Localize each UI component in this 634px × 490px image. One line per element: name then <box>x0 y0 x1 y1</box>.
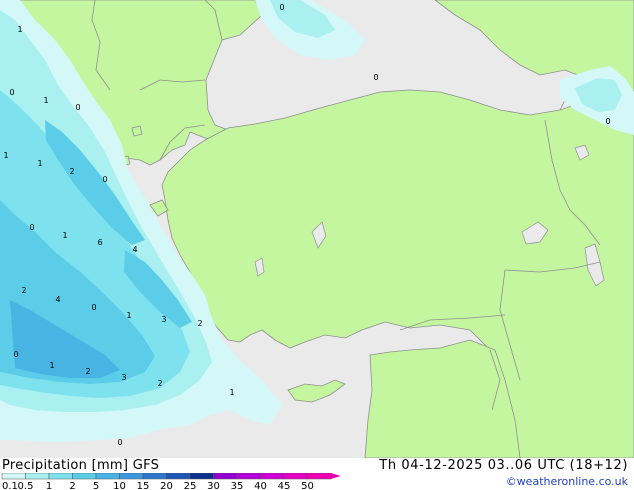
legend-level-label: 5 <box>93 481 99 490</box>
contour-label: 2 <box>85 367 90 376</box>
legend-swatch <box>283 473 308 480</box>
contour-label: 1 <box>43 96 48 105</box>
color-legend: 0.1 0.5 1 2 5 10 15 20 25 30 35 40 45 50 <box>1 473 340 490</box>
legend-level-label: 0.1 <box>2 481 18 490</box>
contour-label: 1 <box>37 159 42 168</box>
legend-level-label: 15 <box>137 481 150 490</box>
legend-swatch <box>236 473 261 480</box>
legend-level-label: 2 <box>69 481 75 490</box>
contour-label: 0 <box>117 438 122 447</box>
contour-label: 0 <box>29 223 34 232</box>
legend-level-label: 30 <box>207 481 220 490</box>
contour-label: 0 <box>75 103 80 112</box>
legend-swatch <box>213 473 238 480</box>
legend-level-label: 40 <box>254 481 267 490</box>
product-title: Precipitation [mm] GFS <box>2 458 159 473</box>
legend-swatch <box>119 473 144 480</box>
legend-level-label: 10 <box>113 481 126 490</box>
legend-level-label: 25 <box>184 481 197 490</box>
legend-swatch <box>95 473 120 480</box>
contour-label: 1 <box>3 151 8 160</box>
contour-label: 0 <box>102 175 107 184</box>
legend-swatch <box>72 473 97 480</box>
contour-label: 0 <box>91 303 96 312</box>
credit-link[interactable]: ©weatheronline.co.uk <box>506 475 628 488</box>
contour-label: 2 <box>69 167 74 176</box>
contour-label: 4 <box>132 245 137 254</box>
contour-label: 3 <box>161 315 166 324</box>
product-label: Precipitation [mm] <box>2 458 129 473</box>
contour-label: 4 <box>55 295 60 304</box>
legend-swatch <box>189 473 214 480</box>
land-levant <box>364 339 521 458</box>
legend-level-label: 0.5 <box>18 481 34 490</box>
contour-label: 1 <box>229 388 234 397</box>
valid-time: Th 04-12-2025 03..06 UTC (18+12) <box>379 458 628 473</box>
legend-level-label: 45 <box>278 481 291 490</box>
legend-arrow <box>331 473 340 479</box>
legend-swatch <box>25 473 50 480</box>
legend-level-label: 20 <box>160 481 173 490</box>
contour-label: 0 <box>279 3 284 12</box>
contour-label: 6 <box>97 238 102 247</box>
contour-label: 1 <box>17 25 22 34</box>
legend-swatch <box>260 473 285 480</box>
contour-label: 0 <box>605 117 610 126</box>
contour-label: 1 <box>62 231 67 240</box>
contour-label: 3 <box>121 373 126 382</box>
legend-swatch <box>48 473 73 480</box>
contour-label: 0 <box>9 88 14 97</box>
contour-label: 1 <box>49 361 54 370</box>
legend-swatch <box>166 473 191 480</box>
legend-level-label: 50 <box>301 481 314 490</box>
contour-label: 2 <box>157 379 162 388</box>
legend-swatch <box>142 473 167 480</box>
contour-label: 2 <box>21 286 26 295</box>
model-name: GFS <box>132 458 160 473</box>
legend-swatch <box>1 473 26 480</box>
precipitation-map: 1 0 0 0 1 0 1 1 2 0 0 1 6 4 2 4 0 1 3 2 0 1 2 3 2 1 0 0 <box>0 0 634 458</box>
contour-label: 2 <box>197 319 202 328</box>
contour-label: 0 <box>13 350 18 359</box>
legend-level-label: 1 <box>46 481 52 490</box>
contour-label: 0 <box>373 73 378 82</box>
legend-swatch <box>307 473 332 480</box>
land-thasos <box>131 125 143 137</box>
contour-label: 1 <box>126 311 131 320</box>
legend-level-label: 35 <box>231 481 244 490</box>
